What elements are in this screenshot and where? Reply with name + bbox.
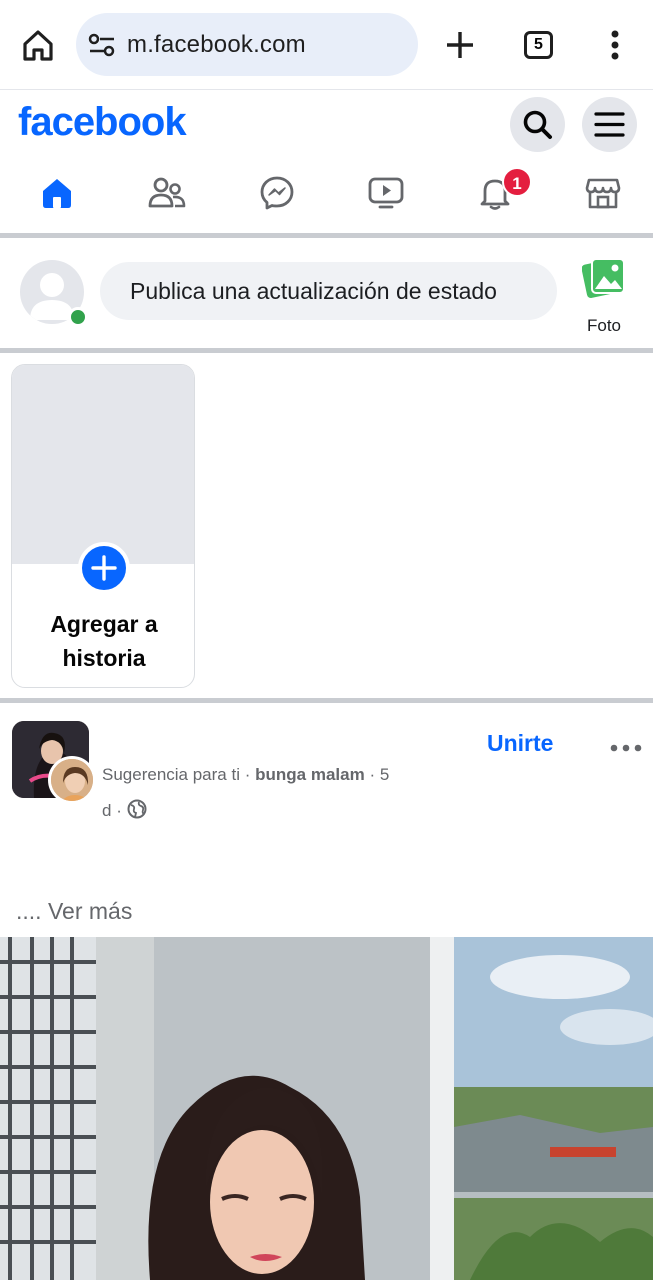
tab-friends[interactable] <box>117 160 217 226</box>
feed-post: Unirte Sugerencia para ti · bunga malam … <box>0 708 653 1280</box>
photo-label: Foto <box>586 316 622 335</box>
online-indicator <box>68 307 88 327</box>
site-settings-icon[interactable] <box>88 32 116 58</box>
kebab-menu-icon[interactable] <box>600 26 630 66</box>
globe-icon <box>127 799 147 819</box>
divider <box>0 698 653 703</box>
tab-home[interactable] <box>7 160 107 226</box>
search-icon <box>523 110 552 139</box>
post-photo[interactable] <box>0 937 653 1280</box>
main-nav: 1 <box>0 160 653 232</box>
video-icon <box>368 177 404 209</box>
more-options-icon[interactable] <box>610 740 642 752</box>
status-input[interactable]: Publica una actualización de estado <box>100 262 557 320</box>
see-more-link[interactable]: .... Ver más <box>16 898 132 925</box>
hamburger-icon <box>594 112 625 137</box>
marketplace-icon <box>585 178 621 209</box>
status-composer: Publica una actualización de estado Foto <box>0 238 653 348</box>
post-meta-line2: d · <box>102 799 147 821</box>
url-text[interactable]: m.facebook.com <box>127 31 306 59</box>
address-bar[interactable]: m.facebook.com <box>76 13 418 76</box>
add-story-card[interactable]: Agregar a historia <box>11 364 195 688</box>
divider <box>0 348 653 353</box>
search-button[interactable] <box>510 97 565 152</box>
friends-icon <box>148 177 186 208</box>
tab-switcher-button[interactable]: 5 <box>524 31 553 59</box>
tab-video[interactable] <box>336 160 436 226</box>
new-tab-icon[interactable] <box>440 25 480 65</box>
add-story-label-line1: Agregar a <box>50 611 158 637</box>
tab-messenger[interactable] <box>227 160 327 226</box>
messenger-icon <box>260 176 294 210</box>
home-icon <box>43 179 71 208</box>
photo-icon <box>582 258 625 299</box>
suggestion-label: Sugerencia para ti <box>102 765 240 784</box>
tab-marketplace[interactable] <box>553 160 653 226</box>
facebook-logo[interactable]: facebook <box>18 100 187 145</box>
photo-button[interactable]: Foto <box>578 254 630 335</box>
story-preview <box>12 365 194 564</box>
join-group-link[interactable]: Unirte <box>487 730 553 757</box>
plus-icon <box>91 555 117 581</box>
group-name-link[interactable]: bunga malam <box>255 765 365 784</box>
add-story-button[interactable] <box>78 542 130 594</box>
menu-button[interactable] <box>582 97 637 152</box>
add-story-label: Agregar a historia <box>12 607 194 675</box>
tab-notifications[interactable]: 1 <box>445 160 545 226</box>
browser-toolbar: m.facebook.com 5 <box>0 0 653 90</box>
home-icon[interactable] <box>18 26 58 66</box>
author-avatar[interactable] <box>48 756 96 804</box>
post-time-part2[interactable]: d <box>102 801 111 820</box>
post-time-part1[interactable]: 5 <box>380 765 389 784</box>
add-story-label-line2: historia <box>62 645 146 671</box>
post-meta: Sugerencia para ti · bunga malam · 5 <box>102 765 390 784</box>
notification-badge: 1 <box>502 167 532 197</box>
